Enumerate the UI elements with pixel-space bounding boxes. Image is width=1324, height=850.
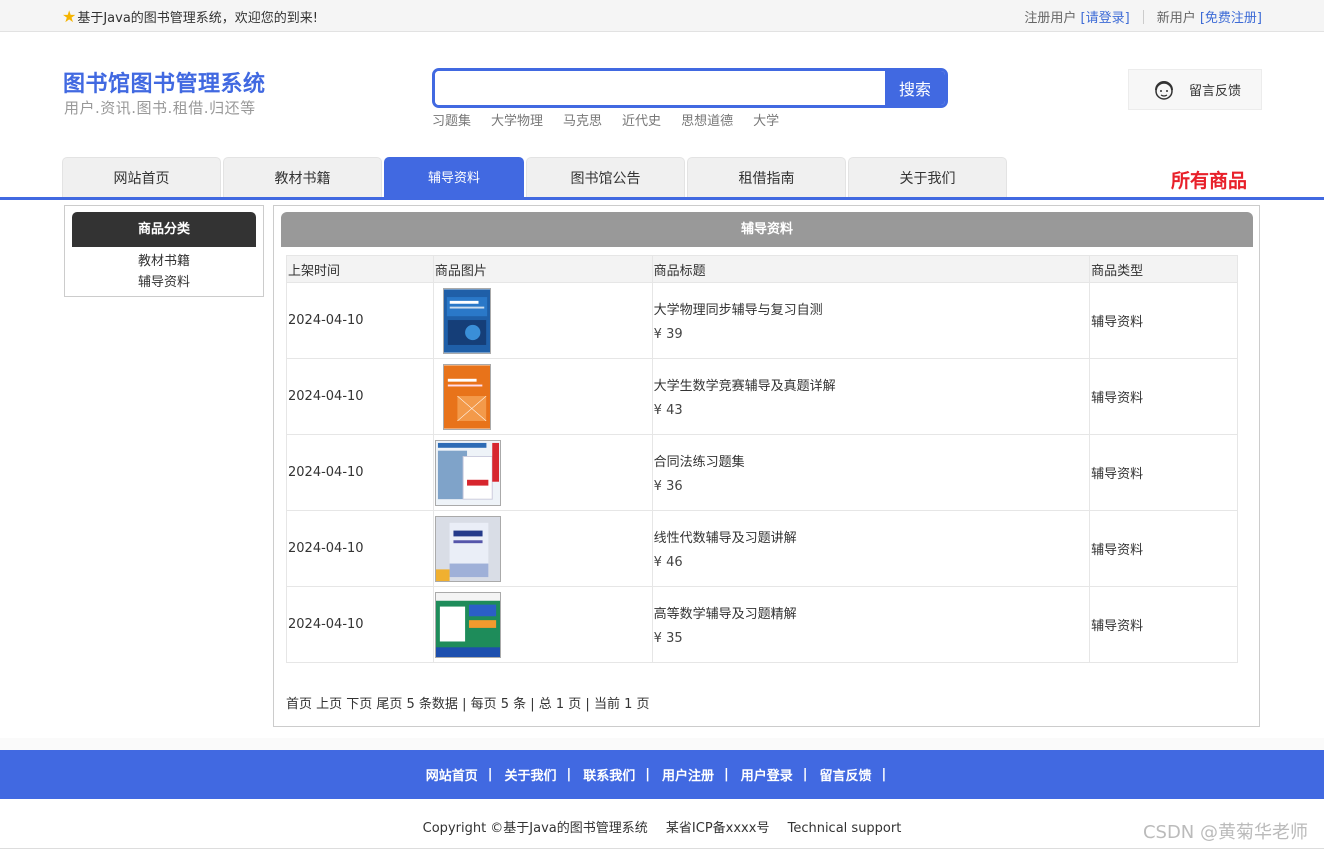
divider xyxy=(1142,9,1144,24)
product-price: ¥ 36 xyxy=(653,479,683,494)
book-cover-image[interactable] xyxy=(442,363,491,430)
table-row[interactable]: 2024-04-10 大学生数学竞赛辅导及真题详解 ¥ 43 辅导资料 xyxy=(286,358,1238,435)
pagination[interactable]: 首页 上页 下页 尾页 5 条数据 | 每页 5 条 | 总 1 页 | 当前 … xyxy=(286,693,649,712)
hot-word-link[interactable]: 大学 xyxy=(753,110,779,129)
sidebar-title: 商品分类 xyxy=(72,212,256,247)
book-cover-image[interactable] xyxy=(442,287,491,354)
product-type: 辅导资料 xyxy=(1089,510,1238,587)
column-header: 商品类型 xyxy=(1089,255,1238,283)
listing-date: 2024-04-10 xyxy=(286,586,434,663)
site-logo-subtitle: 用户.资讯.图书.租借.归还等 xyxy=(64,99,256,117)
signup-link[interactable]: [免费注册] xyxy=(1200,7,1262,26)
footer-link-register[interactable]: 用户注册 xyxy=(662,765,714,784)
feedback-label: 留言反馈 xyxy=(1189,84,1242,99)
listing-date: 2024-04-10 xyxy=(286,510,434,587)
hot-word-link[interactable]: 大学物理 xyxy=(491,110,543,129)
hot-word-link[interactable]: 习题集 xyxy=(432,110,471,129)
product-title-link[interactable]: 线性代数辅导及习题讲解 xyxy=(654,527,1089,546)
footer-link-feedback[interactable]: 留言反馈 xyxy=(820,765,872,784)
panel-title: 辅导资料 xyxy=(281,212,1253,247)
product-type: 辅导资料 xyxy=(1089,586,1238,663)
main-nav: 网站首页 教材书籍 辅导资料 图书馆公告 租借指南 关于我们 xyxy=(62,157,1009,197)
copyright-text: Copyright ©基于Java的图书管理系统 xyxy=(422,821,648,836)
login-link[interactable]: [请登录] xyxy=(1081,7,1130,26)
table-row[interactable]: 2024-04-10 合同法练习题集 ¥ 36 辅导资料 xyxy=(286,434,1238,511)
book-cover-image[interactable] xyxy=(434,591,501,658)
footer-link-home[interactable]: 网站首页 xyxy=(426,765,478,784)
search-button[interactable]: 搜索 xyxy=(885,71,945,105)
all-goods-link[interactable]: 所有商品 xyxy=(1171,166,1247,193)
support-text: Technical support xyxy=(787,821,902,836)
new-user-label: 新用户 xyxy=(1156,11,1196,26)
listing-date: 2024-04-10 xyxy=(286,434,434,511)
product-price: ¥ 46 xyxy=(653,555,683,570)
product-title-link[interactable]: 合同法练习题集 xyxy=(654,451,1089,470)
nav-tab-about-us[interactable]: 关于我们 xyxy=(848,157,1007,197)
copyright-line: Copyright ©基于Java的图书管理系统 某省ICP备xxxx号 Tec… xyxy=(0,817,1324,836)
star-icon: ★ xyxy=(62,6,77,26)
icp-text: 某省ICP备xxxx号 xyxy=(665,821,770,836)
nav-tab-textbooks[interactable]: 教材书籍 xyxy=(223,157,382,197)
watermark: CSDN @黄菊华老师 xyxy=(1142,822,1308,843)
product-type: 辅导资料 xyxy=(1089,282,1238,359)
welcome-message: ★ 基于Java的图书管理系统，欢迎您的到来! xyxy=(62,7,318,26)
footer-link-login[interactable]: 用户登录 xyxy=(741,765,793,784)
product-table: 上架时间 商品图片 商品标题 商品类型 2024-04-10 大学物理同步辅导与… xyxy=(286,255,1238,663)
bottom-divider xyxy=(0,848,1324,849)
feedback-button[interactable]: 留言反馈 xyxy=(1128,69,1262,110)
hot-word-link[interactable]: 马克思 xyxy=(563,110,602,129)
product-title-link[interactable]: 大学物理同步辅导与复习自测 xyxy=(654,299,1089,318)
hot-search-words: 习题集 大学物理 马克思 近代史 思想道德 大学 xyxy=(432,110,799,129)
category-sidebar: 商品分类 教材书籍 辅导资料 xyxy=(64,205,264,297)
search-input[interactable] xyxy=(435,71,885,105)
book-cover-image[interactable] xyxy=(434,439,501,506)
table-row[interactable]: 2024-04-10 大学物理同步辅导与复习自测 ¥ 39 辅导资料 xyxy=(286,282,1238,359)
product-title-link[interactable]: 高等数学辅导及习题精解 xyxy=(654,603,1089,622)
footer-link-contact[interactable]: 联系我们 xyxy=(583,765,635,784)
nav-tab-home[interactable]: 网站首页 xyxy=(62,157,221,197)
nav-tab-study-materials[interactable]: 辅导资料 xyxy=(384,157,524,197)
nav-underline xyxy=(0,197,1324,200)
product-price: ¥ 39 xyxy=(653,327,683,342)
table-header-row: 上架时间 商品图片 商品标题 商品类型 xyxy=(286,255,1238,283)
footer-link-about[interactable]: 关于我们 xyxy=(504,765,556,784)
hot-word-link[interactable]: 思想道德 xyxy=(681,110,733,129)
product-price: ¥ 35 xyxy=(653,631,683,646)
table-row[interactable]: 2024-04-10 线性代数辅导及习题讲解 ¥ 46 辅导资料 xyxy=(286,510,1238,587)
sidebar-item-textbooks[interactable]: 教材书籍 xyxy=(65,251,263,272)
register-user-label: 注册用户 xyxy=(1024,11,1077,26)
sidebar-item-study-materials[interactable]: 辅导资料 xyxy=(65,272,263,293)
product-price: ¥ 43 xyxy=(653,403,683,418)
column-header: 上架时间 xyxy=(286,255,434,283)
welcome-text: 基于Java的图书管理系统，欢迎您的到来! xyxy=(77,11,319,26)
listing-date: 2024-04-10 xyxy=(286,282,434,359)
listing-date: 2024-04-10 xyxy=(286,358,434,435)
customer-service-icon xyxy=(1155,80,1173,100)
hot-word-link[interactable]: 近代史 xyxy=(622,110,661,129)
footer-spacer xyxy=(0,738,1324,750)
top-bar: ★ 基于Java的图书管理系统，欢迎您的到来! 注册用户 [请登录] 新用户 [… xyxy=(0,0,1324,32)
product-list-panel: 辅导资料 上架时间 商品图片 商品标题 商品类型 2024-04-10 大学物理… xyxy=(273,205,1260,727)
column-header: 商品图片 xyxy=(432,255,653,283)
book-cover-image[interactable] xyxy=(434,515,501,582)
footer-nav: 网站首页 | 关于我们 | 联系我们 | 用户注册 | 用户登录 | 留言反馈 | xyxy=(0,750,1324,799)
product-type: 辅导资料 xyxy=(1089,434,1238,511)
product-type: 辅导资料 xyxy=(1089,358,1238,435)
table-row[interactable]: 2024-04-10 高等数学辅导及习题精解 ¥ 35 辅导资料 xyxy=(286,586,1238,663)
account-links: 注册用户 [请登录] 新用户 [免费注册] xyxy=(1024,7,1262,26)
column-header: 商品标题 xyxy=(651,255,1091,283)
nav-tab-library-notice[interactable]: 图书馆公告 xyxy=(526,157,685,197)
nav-tab-borrow-guide[interactable]: 租借指南 xyxy=(687,157,846,197)
site-logo-title[interactable]: 图书馆图书管理系统 xyxy=(63,66,266,98)
product-title-link[interactable]: 大学生数学竞赛辅导及真题详解 xyxy=(654,375,1089,394)
search-bar: 搜索 xyxy=(432,68,948,108)
